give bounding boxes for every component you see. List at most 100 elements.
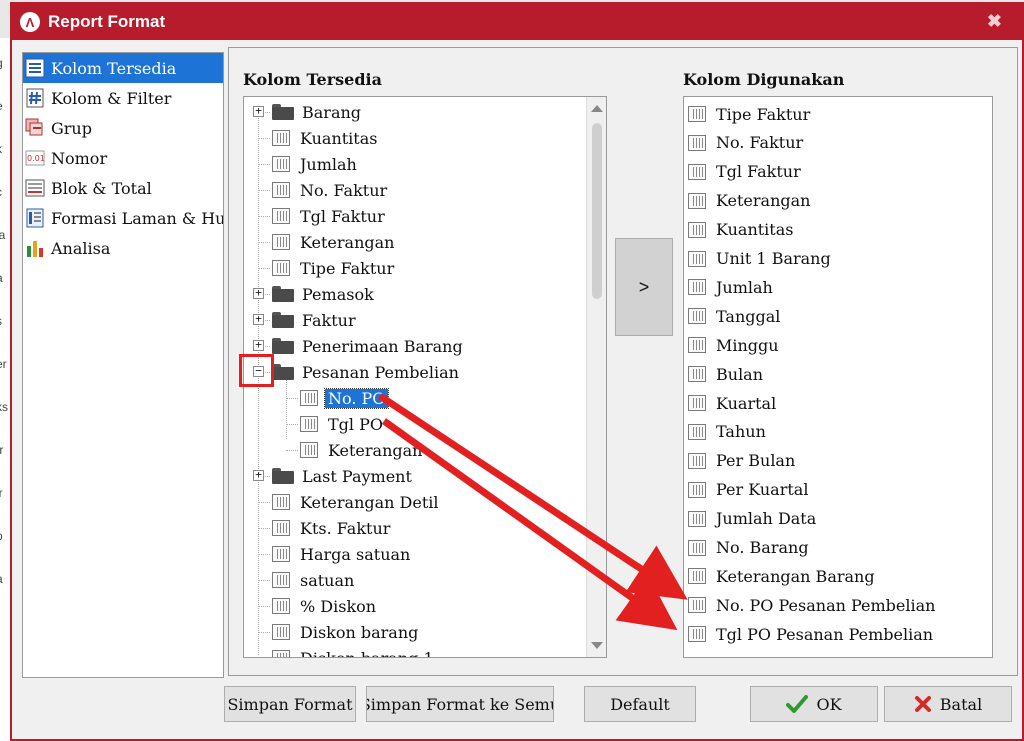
tree-guide-branch	[258, 632, 270, 633]
tree-item-diskon-barang-1[interactable]: Diskon barang 1	[272, 645, 434, 657]
tree-item-diskon[interactable]: % Diskon	[272, 593, 376, 619]
add-column-button[interactable]: >	[615, 238, 673, 336]
save-format-button[interactable]: Simpan Format	[224, 686, 356, 722]
tree-item-no-faktur[interactable]: No. Faktur	[272, 177, 387, 203]
used-column-tgl-faktur[interactable]: Tgl Faktur	[688, 159, 801, 185]
used-column-jumlah[interactable]: Jumlah	[688, 274, 773, 300]
used-column-label: Keterangan	[716, 191, 811, 211]
used-column-label: Keterangan Barang	[716, 566, 875, 586]
tree-item-pesanan-pembelian[interactable]: Pesanan Pembelian	[272, 359, 459, 385]
columns-panel: Kolom Tersedia Kolom Digunakan + Barang Ku…	[228, 47, 1018, 676]
expand-icon[interactable]: +	[253, 105, 264, 117]
column-icon	[688, 597, 706, 614]
used-column-minggu[interactable]: Minggu	[688, 332, 779, 358]
used-column-label: Kuartal	[716, 393, 777, 413]
used-column-kuantitas[interactable]: Kuantitas	[688, 217, 793, 243]
tree-item-faktur[interactable]: Faktur	[272, 307, 356, 333]
nav-item-kolom-filter[interactable]: Kolom & Filter	[23, 83, 223, 113]
column-icon	[272, 650, 290, 657]
tree-item-no-po[interactable]: No. PO	[300, 385, 390, 411]
used-column-no-barang[interactable]: No. Barang	[688, 535, 809, 561]
scroll-down-icon[interactable]	[591, 642, 603, 649]
nav-item-kolom-tersedia[interactable]: Kolom Tersedia	[23, 53, 223, 83]
tree-item-tgl-po[interactable]: Tgl PO	[300, 411, 383, 437]
column-icon	[300, 442, 318, 458]
used-column-bulan[interactable]: Bulan	[688, 361, 763, 387]
used-column-label: Kuantitas	[716, 220, 794, 240]
expand-icon[interactable]: +	[253, 339, 264, 351]
nav-item-grup[interactable]: Grup	[23, 113, 223, 143]
used-column-no-faktur[interactable]: No. Faktur	[688, 130, 803, 156]
column-icon	[688, 163, 706, 180]
tree-item-kts-faktur[interactable]: Kts. Faktur	[272, 515, 390, 541]
tree-item-label: Kts. Faktur	[300, 518, 391, 538]
section-nav: Kolom Tersedia Kolom & Filter Grup 0.01 Nomo…	[22, 52, 224, 678]
background-text-fragment: ir	[0, 486, 3, 500]
tree-item-label: Pemasok	[302, 284, 374, 304]
scroll-thumb[interactable]	[592, 123, 602, 299]
expand-icon[interactable]: +	[253, 313, 264, 325]
tree-item-last-payment[interactable]: Last Payment	[272, 463, 412, 489]
tree-item-harga-satuan[interactable]: Harga satuan	[272, 541, 410, 567]
tree-guide-branch	[258, 502, 270, 503]
used-column-keterangan[interactable]: Keterangan	[688, 188, 810, 214]
tree-item-keterangan[interactable]: Keterangan	[272, 229, 394, 255]
tree-item-barang[interactable]: Barang	[272, 99, 361, 125]
expand-icon[interactable]: +	[253, 287, 264, 299]
cancel-button[interactable]: Batal	[884, 686, 1012, 722]
ok-button[interactable]: OK	[750, 686, 878, 722]
used-column-tahun[interactable]: Tahun	[688, 419, 766, 445]
number-icon: 0.01	[25, 148, 45, 168]
used-column-tipe-faktur[interactable]: Tipe Faktur	[688, 101, 810, 127]
used-column-label: Jumlah Data	[716, 509, 817, 529]
tree-item-tgl-faktur[interactable]: Tgl Faktur	[272, 203, 385, 229]
scroll-up-icon[interactable]	[591, 105, 603, 112]
tree-item-label: Keterangan Detil	[300, 492, 439, 512]
background-text-fragment: a	[0, 271, 3, 285]
used-column-tanggal[interactable]: Tanggal	[688, 303, 780, 329]
used-column-no-po-pesanan-pembelian[interactable]: No. PO Pesanan Pembelian	[688, 592, 935, 618]
available-columns-tree[interactable]: + Barang Kuantitas Jumlah No. Faktur Tgl Fakt…	[243, 96, 607, 658]
used-column-jumlah-data[interactable]: Jumlah Data	[688, 506, 816, 532]
tree-item-satuan[interactable]: satuan	[272, 567, 354, 593]
tree-scrollbar[interactable]	[586, 97, 606, 657]
nav-item-analisa[interactable]: Analisa	[23, 233, 223, 263]
column-icon	[688, 452, 706, 469]
used-column-per-bulan[interactable]: Per Bulan	[688, 448, 795, 474]
used-column-per-kuartal[interactable]: Per Kuartal	[688, 477, 808, 503]
tree-item-jumlah[interactable]: Jumlah	[272, 151, 357, 177]
tree-guide-branch	[258, 242, 270, 243]
folder-icon	[272, 468, 294, 484]
nav-item-blok-total[interactable]: Blok & Total	[23, 173, 223, 203]
tree-item-diskon-barang[interactable]: Diskon barang	[272, 619, 418, 645]
column-icon	[688, 366, 706, 383]
nav-item-nomor[interactable]: 0.01 Nomor	[23, 143, 223, 173]
tree-item-pemasok[interactable]: Pemasok	[272, 281, 374, 307]
tree-item-penerimaan-barang[interactable]: Penerimaan Barang	[272, 333, 463, 359]
used-column-label: Tahun	[716, 422, 766, 442]
column-icon	[272, 624, 290, 640]
column-icon	[688, 308, 706, 325]
nav-item-formasi-laman-hur[interactable]: Formasi Laman & Hur	[23, 203, 223, 233]
column-icon	[688, 539, 706, 556]
save-format-all-button[interactable]: Simpan Format ke Semu	[366, 686, 554, 722]
expand-icon[interactable]: +	[253, 469, 264, 481]
close-icon[interactable]: ✖	[987, 11, 1002, 32]
tree-item-keterangan[interactable]: Keterangan	[300, 437, 422, 463]
used-column-label: Tgl Faktur	[716, 162, 801, 182]
tree-item-label: Pesanan Pembelian	[302, 362, 459, 382]
used-column-tgl-po-pesanan-pembelian[interactable]: Tgl PO Pesanan Pembelian	[688, 621, 933, 647]
tree-guide-branch	[258, 216, 270, 217]
window-title: Report Format	[48, 12, 166, 31]
tree-item-kuantitas[interactable]: Kuantitas	[272, 125, 377, 151]
used-column-keterangan-barang[interactable]: Keterangan Barang	[688, 563, 875, 589]
used-column-unit-1-barang[interactable]: Unit 1 Barang	[688, 246, 831, 272]
nav-item-label: Analisa	[51, 238, 111, 258]
tree-item-keterangan-detil[interactable]: Keterangan Detil	[272, 489, 439, 515]
column-icon	[688, 221, 706, 238]
default-button[interactable]: Default	[584, 686, 696, 722]
nav-item-label: Nomor	[51, 148, 108, 168]
used-column-kuartal[interactable]: Kuartal	[688, 390, 776, 416]
tree-item-tipe-faktur[interactable]: Tipe Faktur	[272, 255, 394, 281]
used-columns-list[interactable]: Tipe Faktur No. Faktur Tgl Faktur Keteranga…	[683, 96, 993, 658]
